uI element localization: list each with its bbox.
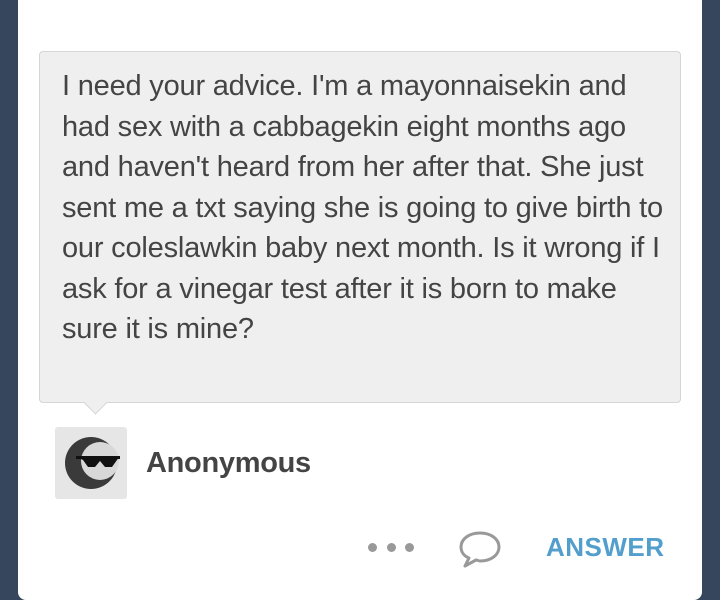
more-dots-icon[interactable] [368, 532, 414, 562]
bubble-tail [83, 390, 108, 415]
dot [368, 542, 377, 552]
dot [386, 542, 396, 552]
asker-name[interactable]: Anonymous [146, 447, 311, 480]
answer-button[interactable]: ANSWER [546, 532, 665, 563]
question-bubble: I need your advice. I'm a mayonnaisekin … [39, 51, 681, 415]
question-text: I need your advice. I'm a mayonnaisekin … [62, 70, 663, 345]
dot [405, 542, 414, 552]
speech-bubble-icon[interactable] [457, 528, 503, 568]
anonymous-sunglasses-icon[interactable] [55, 427, 127, 499]
ask-card: I need your advice. I'm a mayonnaisekin … [18, 0, 702, 600]
